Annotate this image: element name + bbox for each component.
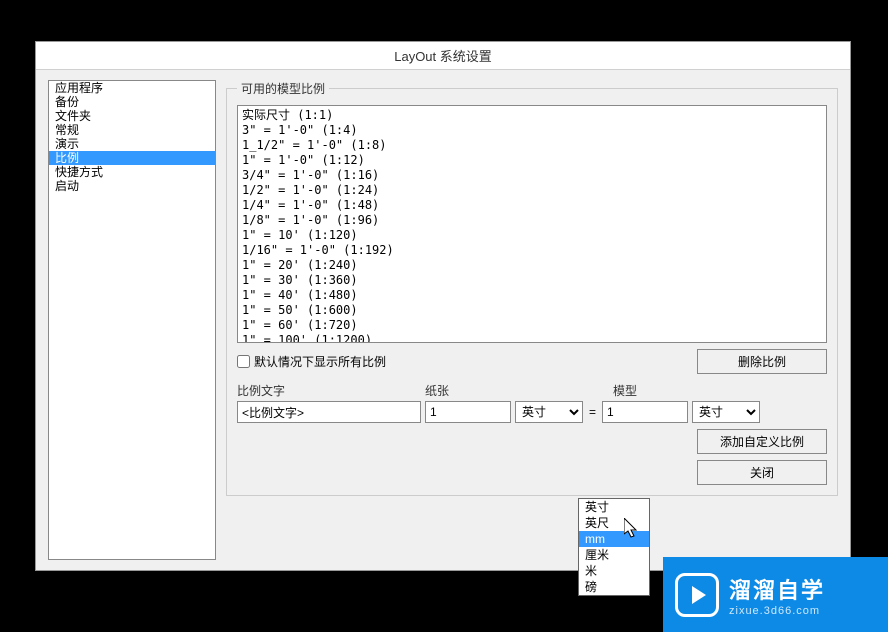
scale-list-item[interactable]: 1" = 30' (1:360) [242,273,822,288]
sidebar-item[interactable]: 常规 [49,123,215,137]
dropdown-option[interactable]: 磅 [579,579,649,595]
dropdown-option[interactable]: 英寸 [579,499,649,515]
scale-list-item[interactable]: 1/4" = 1'-0" (1:48) [242,198,822,213]
scale-list-item[interactable]: 1" = 10' (1:120) [242,228,822,243]
dropdown-option[interactable]: 英尺 [579,515,649,531]
scale-list-item[interactable]: 3/4" = 1'-0" (1:16) [242,168,822,183]
actions-column: 添加自定义比例 关闭 [237,429,827,485]
show-all-checkbox[interactable]: 默认情况下显示所有比例 [237,353,386,370]
scale-list-item[interactable]: 1" = 60' (1:720) [242,318,822,333]
scale-list-item[interactable]: 1" = 40' (1:480) [242,288,822,303]
dropdown-option[interactable]: mm [579,531,649,547]
titlebar: LayOut 系统设置 [36,42,850,70]
model-label: 模型 [613,382,743,399]
dropdown-option[interactable]: 厘米 [579,547,649,563]
main-panel: 可用的模型比例 实际尺寸 (1:1)3" = 1'-0" (1:4)1_1/2"… [226,80,838,560]
play-icon [675,573,719,617]
scale-text-label: 比例文字 [237,382,425,399]
paper-label: 纸张 [425,382,613,399]
scale-list-item[interactable]: 实际尺寸 (1:1) [242,108,822,123]
watermark: 溜溜自学 zixue.3d66.com [663,557,888,632]
scale-list-item[interactable]: 1_1/2" = 1'-0" (1:8) [242,138,822,153]
options-row: 默认情况下显示所有比例 删除比例 [237,349,827,374]
sidebar-item[interactable]: 文件夹 [49,109,215,123]
paper-unit-select[interactable]: 英寸 [515,401,583,423]
scale-list-item[interactable]: 1" = 100' (1:1200) [242,333,822,343]
paper-value-input[interactable] [425,401,511,423]
show-all-checkbox-input[interactable] [237,355,250,368]
scale-list-item[interactable]: 1" = 1'-0" (1:12) [242,153,822,168]
scale-list-item[interactable]: 1/16" = 1'-0" (1:192) [242,243,822,258]
scales-list[interactable]: 实际尺寸 (1:1)3" = 1'-0" (1:4)1_1/2" = 1'-0"… [237,105,827,343]
close-button[interactable]: 关闭 [697,460,827,485]
scales-fieldset: 可用的模型比例 实际尺寸 (1:1)3" = 1'-0" (1:4)1_1/2"… [226,80,838,496]
scale-list-item[interactable]: 1" = 20' (1:240) [242,258,822,273]
scale-list-item[interactable]: 1/8" = 1'-0" (1:96) [242,213,822,228]
sidebar-item[interactable]: 应用程序 [49,81,215,95]
scale-list-item[interactable]: 1/2" = 1'-0" (1:24) [242,183,822,198]
show-all-checkbox-label: 默认情况下显示所有比例 [254,353,386,370]
scale-list-item[interactable]: 3" = 1'-0" (1:4) [242,123,822,138]
dialog-body: 应用程序备份文件夹常规演示比例快捷方式启动 可用的模型比例 实际尺寸 (1:1)… [36,70,850,570]
add-custom-scale-button[interactable]: 添加自定义比例 [697,429,827,454]
sidebar-item[interactable]: 备份 [49,95,215,109]
watermark-url: zixue.3d66.com [729,605,825,617]
watermark-brand: 溜溜自学 [729,573,825,605]
category-sidebar[interactable]: 应用程序备份文件夹常规演示比例快捷方式启动 [48,80,216,560]
window-title: LayOut 系统设置 [394,46,492,65]
dropdown-option[interactable]: 米 [579,563,649,579]
sidebar-item[interactable]: 比例 [49,151,215,165]
model-unit-select[interactable]: 英寸 [692,401,760,423]
model-value-input[interactable] [602,401,688,423]
scale-text-input[interactable] [237,401,421,423]
field-labels-row: 比例文字 纸张 模型 [237,382,827,399]
scale-list-item[interactable]: 1" = 50' (1:600) [242,303,822,318]
sidebar-item[interactable]: 快捷方式 [49,165,215,179]
sidebar-item[interactable]: 演示 [49,137,215,151]
delete-scale-button[interactable]: 删除比例 [697,349,827,374]
sidebar-item[interactable]: 启动 [49,179,215,193]
scales-legend: 可用的模型比例 [237,80,329,97]
inputs-row: 英寸 = 英寸 [237,401,827,423]
dialog-window: LayOut 系统设置 应用程序备份文件夹常规演示比例快捷方式启动 可用的模型比… [35,41,851,571]
paper-unit-dropdown-list[interactable]: 英寸英尺mm厘米米磅 [578,498,650,596]
equals-label: = [587,405,598,419]
